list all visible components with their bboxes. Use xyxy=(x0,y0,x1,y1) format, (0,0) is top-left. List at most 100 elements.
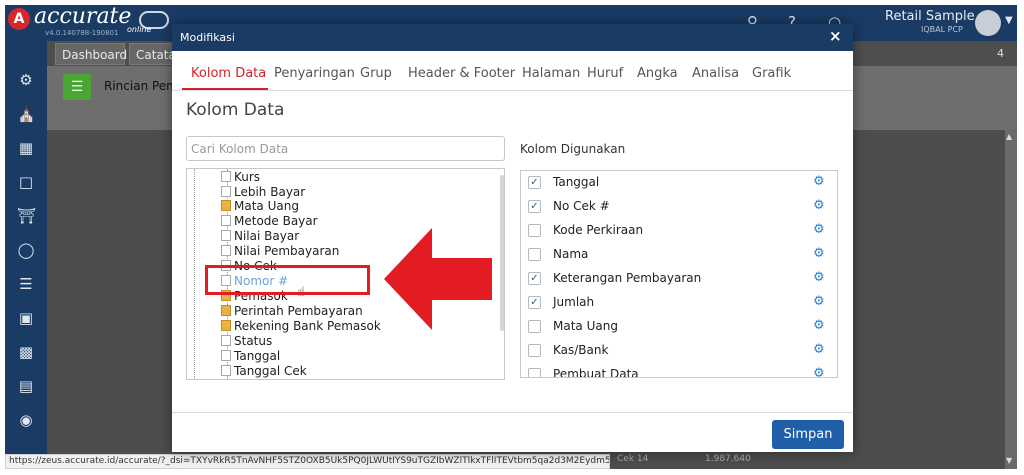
payment-icon[interactable]: ◯ xyxy=(17,241,35,259)
tab-header-footer[interactable]: Header & Footer xyxy=(408,66,515,81)
folder-icon xyxy=(221,305,231,316)
footer-divider xyxy=(172,412,853,413)
tab-analisa[interactable]: Analisa xyxy=(692,66,739,81)
used-column-label: Kode Perkiraan xyxy=(553,223,644,237)
user-name: IQBAL PCP xyxy=(921,25,963,34)
checkbox[interactable]: ✓ xyxy=(528,296,541,309)
used-column-row[interactable]: Kode Perkiraan ⚙ xyxy=(521,219,837,243)
tree-item[interactable]: Kurs xyxy=(221,170,260,185)
close-icon[interactable]: × xyxy=(829,27,842,45)
folder-icon xyxy=(221,320,231,331)
report-icon[interactable]: ▤ xyxy=(17,377,35,395)
list-icon[interactable]: ☰ xyxy=(63,74,91,100)
used-column-label: No Cek # xyxy=(553,199,610,213)
checkbox[interactable]: ✓ xyxy=(528,272,541,285)
tree-item[interactable]: Tanggal xyxy=(221,349,280,364)
tab-halaman[interactable]: Halaman xyxy=(522,66,580,81)
checkbox[interactable] xyxy=(528,344,541,357)
document-icon xyxy=(221,215,231,226)
used-column-row[interactable]: ✓ Jumlah ⚙ xyxy=(521,291,837,315)
tree-item[interactable]: Perintah Pembayaran xyxy=(221,304,363,319)
tree-item[interactable]: Mata Uang xyxy=(221,199,299,214)
gear-icon[interactable]: ⚙ xyxy=(813,198,825,213)
gear-icon[interactable]: ⚙ xyxy=(813,318,825,333)
checkbox[interactable] xyxy=(528,320,541,333)
used-column-row[interactable]: ✓ Tanggal ⚙ xyxy=(521,171,837,195)
tree-item[interactable]: Nilai Bayar xyxy=(221,229,299,244)
section-title: Kolom Data xyxy=(186,100,285,120)
used-column-row[interactable]: Mata Uang ⚙ xyxy=(521,315,837,339)
ledger-icon[interactable]: □ xyxy=(17,173,35,191)
used-column-row[interactable]: ✓ Keterangan Pembayaran ⚙ xyxy=(521,267,837,291)
building-icon[interactable]: ▦ xyxy=(17,139,35,157)
tab-kolom-data[interactable]: Kolom Data xyxy=(191,66,266,81)
used-column-label: Jumlah xyxy=(553,295,595,309)
content-title: Rincian Pem xyxy=(104,79,178,93)
tree-item[interactable]: Status xyxy=(221,334,272,349)
tab-grafik[interactable]: Grafik xyxy=(752,66,791,81)
tab-angka[interactable]: Angka xyxy=(637,66,678,81)
version-text: v4.0.140788-190801 xyxy=(45,29,119,37)
document-icon xyxy=(221,230,231,241)
company-name[interactable]: Retail Sample xyxy=(885,9,975,24)
tree-item[interactable]: Lebih Bayar xyxy=(221,185,305,200)
used-column-row[interactable]: ✓ No Cek # ⚙ xyxy=(521,195,837,219)
scroll-up-icon[interactable]: ▲ xyxy=(1006,132,1012,141)
tree-scrollbar[interactable] xyxy=(500,175,504,331)
chevron-down-icon[interactable]: ▼ xyxy=(1005,15,1013,26)
tab-catatan[interactable]: Catata xyxy=(129,43,177,65)
tab-count[interactable]: 4 xyxy=(997,47,1004,60)
asset-icon[interactable]: ▩ xyxy=(17,343,35,361)
tab-penyaringan[interactable]: Penyaringan xyxy=(274,66,355,81)
search-input[interactable] xyxy=(186,136,505,161)
logo-online: online xyxy=(127,25,152,34)
red-arrow-icon xyxy=(384,228,492,330)
cart-icon[interactable]: ☰ xyxy=(17,275,35,293)
tree-item[interactable]: Nilai Pembayaran xyxy=(221,244,339,259)
highlight-box xyxy=(205,265,370,295)
used-column-label: Mata Uang xyxy=(553,319,618,333)
avatar[interactable] xyxy=(975,10,1001,36)
status-url: https://zeus.accurate.id/accurate/?_dsi=… xyxy=(5,454,610,469)
gear-icon[interactable]: ⚙ xyxy=(813,294,825,309)
used-column-row[interactable]: Nama ⚙ xyxy=(521,243,837,267)
document-icon xyxy=(221,245,231,256)
checkbox[interactable] xyxy=(528,368,541,377)
dialog-header: Modifikasi × xyxy=(172,24,853,51)
tab-divider xyxy=(172,90,853,91)
document-icon xyxy=(221,365,231,376)
footer-cell: Cek 14 xyxy=(617,454,649,464)
tree-item[interactable]: Tanggal Cek xyxy=(221,364,307,379)
tab-grup[interactable]: Grup xyxy=(360,66,392,81)
gear-icon[interactable]: ⚙ xyxy=(813,342,825,357)
bank-icon[interactable]: ⛩ xyxy=(17,207,36,225)
gear-icon[interactable]: ⚙ xyxy=(813,270,825,285)
left-sidebar: ⚙ ⛪ ▦ □ ⛩ ◯ ☰ ▣ ▩ ▤ ◉ xyxy=(5,41,47,469)
tab-huruf[interactable]: Huruf xyxy=(587,66,623,81)
checkbox[interactable] xyxy=(528,224,541,237)
logo-text: accurate xyxy=(34,5,132,29)
gear-icon[interactable]: ⚙ xyxy=(813,174,825,189)
tree-guide xyxy=(194,169,195,379)
scroll-down-icon[interactable]: ▼ xyxy=(1006,456,1012,465)
gear-icon[interactable]: ⚙ xyxy=(813,246,825,261)
settings-icon[interactable]: ⚙ xyxy=(17,71,35,89)
company-icon[interactable]: ⛪ xyxy=(17,105,36,123)
used-column-label: Kas/Bank xyxy=(553,343,609,357)
inventory-icon[interactable]: ▣ xyxy=(17,309,35,327)
gear-icon[interactable]: ⚙ xyxy=(813,222,825,237)
tree-item[interactable]: Rekening Bank Pemasok xyxy=(221,319,381,334)
page-scrollbar[interactable] xyxy=(1005,130,1017,469)
tab-dashboard[interactable]: Dashboard xyxy=(55,43,127,65)
gear-icon[interactable]: ⚙ xyxy=(813,366,825,377)
tree-item[interactable]: Metode Bayar xyxy=(221,214,318,229)
checkbox[interactable]: ✓ xyxy=(528,200,541,213)
used-column-label: Tanggal xyxy=(553,175,600,189)
checkbox[interactable] xyxy=(528,248,541,261)
used-column-row[interactable]: Kas/Bank ⚙ xyxy=(521,339,837,363)
dashboard-icon[interactable]: ◉ xyxy=(17,411,35,429)
used-column-row[interactable]: Pembuat Data ⚙ xyxy=(521,363,837,377)
used-columns-list[interactable]: ✓ Tanggal ⚙ ✓ No Cek # ⚙ Kode Perkiraan … xyxy=(520,170,838,378)
checkbox[interactable]: ✓ xyxy=(528,176,541,189)
save-button[interactable]: Simpan xyxy=(772,420,844,449)
